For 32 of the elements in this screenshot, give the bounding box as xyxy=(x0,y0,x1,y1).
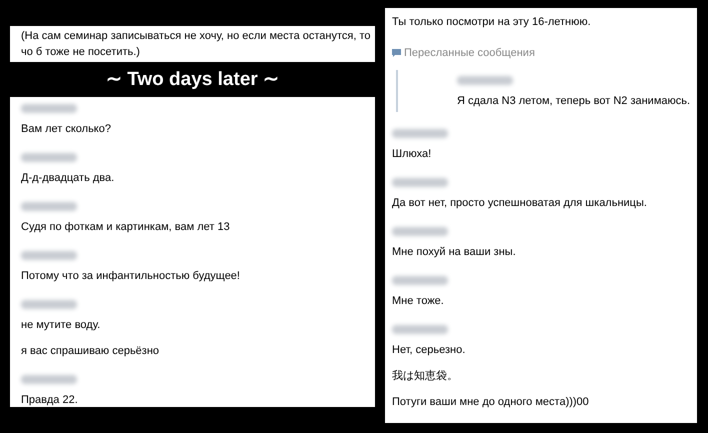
blurred-name xyxy=(21,153,77,162)
blurred-name xyxy=(21,300,77,309)
speech-bubble-icon xyxy=(392,48,401,58)
message-text: Я сдала N3 летом, теперь вот N2 занимаюсь. xyxy=(457,94,690,108)
blurred-name xyxy=(21,375,77,384)
message-text: Шлюха! xyxy=(392,147,432,161)
message-text: Нет, серьезно. xyxy=(392,343,466,357)
message-text: Мне тоже. xyxy=(392,294,444,308)
message-text: Вам лет сколько? xyxy=(21,122,111,136)
message-text: 我は知恵袋。 xyxy=(392,369,458,383)
blurred-name xyxy=(21,202,77,211)
blurred-name xyxy=(392,129,448,138)
message-text: (На сам семинар записываться не хочу, но если места останутся, то чо б тоже не посетить.) xyxy=(21,29,371,60)
blurred-name xyxy=(21,104,77,113)
caption: ∼ Two days later ∼ xyxy=(106,70,280,89)
blurred-name xyxy=(392,276,448,285)
blurred-name xyxy=(392,178,448,187)
message-text: Правда 22. xyxy=(21,393,78,407)
blurred-name xyxy=(457,76,513,85)
message-text: Да вот нет, просто успешноватая для шкальницы. xyxy=(392,196,647,210)
forwarded-label: Пересланные сообщения xyxy=(404,46,535,60)
blurred-name xyxy=(392,227,448,236)
message-text: не мутите воду. xyxy=(21,318,100,332)
message-text: я вас спрашиваю серьёзно xyxy=(21,344,160,358)
message-text: Потуги ваши мне до одного места)))00 xyxy=(392,395,589,409)
message-text: Судя по фоткам и картинкам, вам лет 13 xyxy=(21,220,230,234)
message-text: Потому что за инфантильностью будущее! xyxy=(21,269,240,283)
blurred-name xyxy=(21,251,77,260)
blurred-name xyxy=(392,325,448,334)
message-text: Д-д-двадцать два. xyxy=(21,171,114,185)
message-text: Мне похуй на ваши зны. xyxy=(392,245,516,259)
message-text: Ты только посмотри на эту 16-летнюю. xyxy=(392,15,591,29)
